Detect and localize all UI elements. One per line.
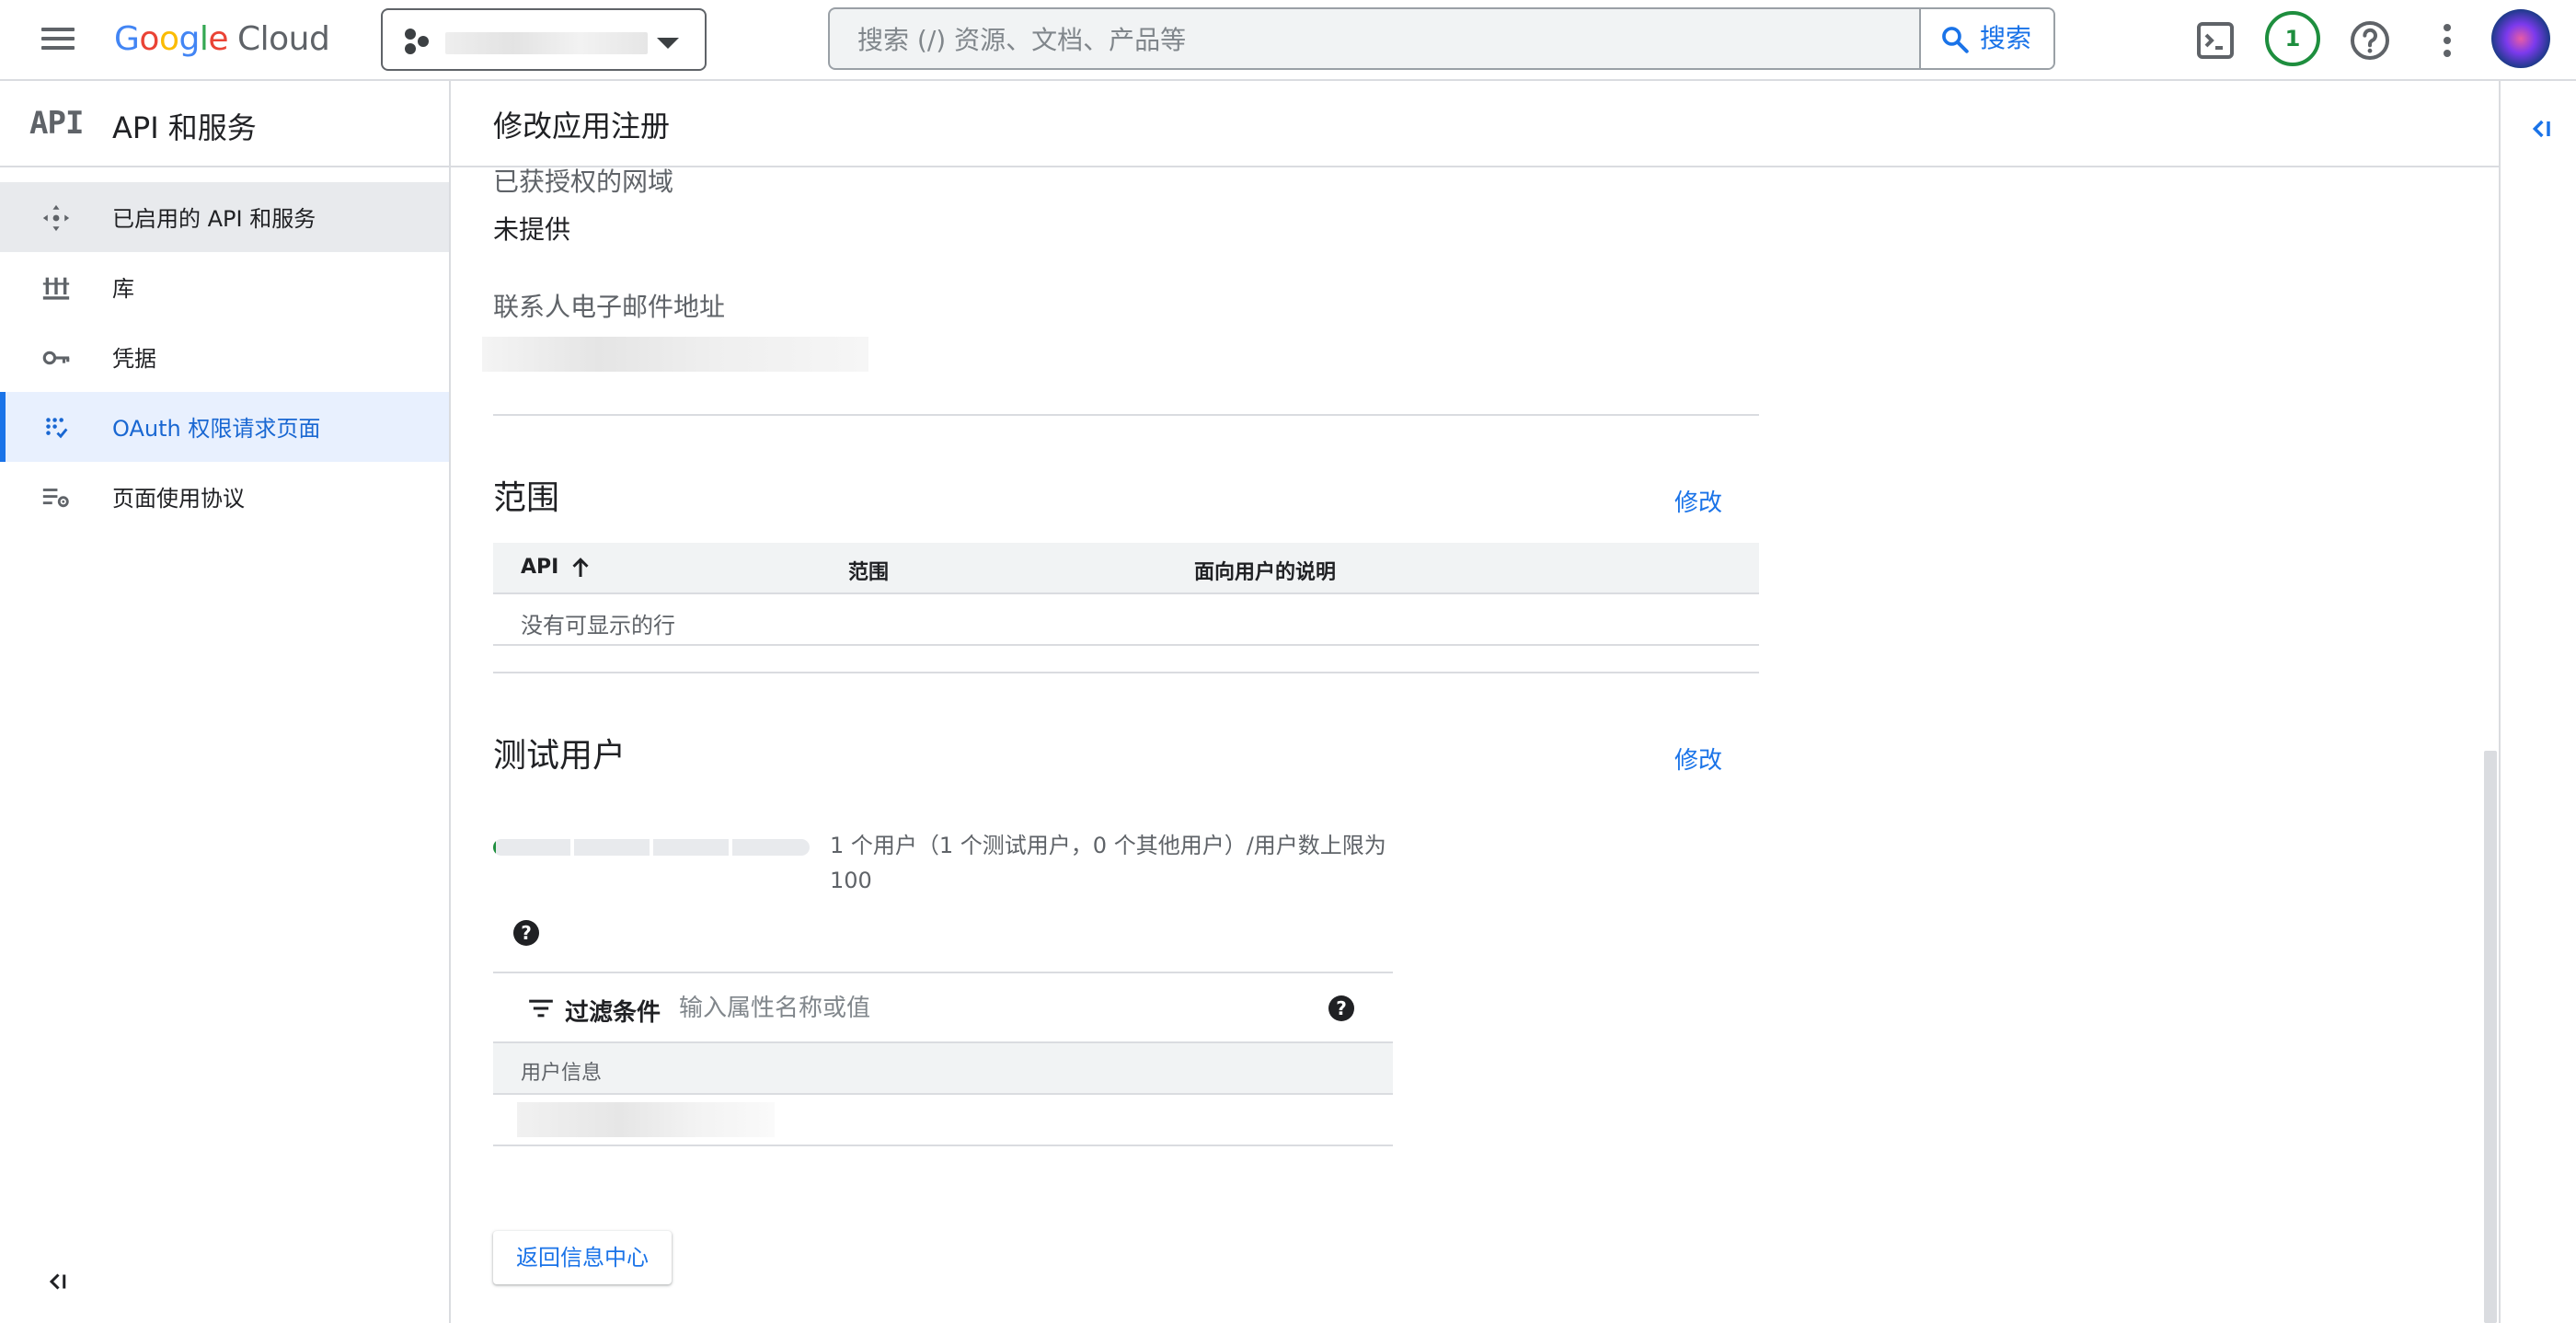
- test-user-redacted: [517, 1102, 775, 1137]
- search-input[interactable]: [857, 22, 1805, 57]
- search-button[interactable]: 搜索: [1919, 9, 2053, 68]
- sidebar-item-library[interactable]: 库: [0, 252, 449, 322]
- table-row: 没有可显示的行: [493, 594, 1759, 646]
- filter-input[interactable]: [679, 990, 1286, 1027]
- sort-ascending-icon[interactable]: [567, 554, 594, 581]
- user-quota-text: 1 个用户（1 个测试用户，0 个其他用户）/用户数上限为 100: [830, 833, 1386, 893]
- column-header-api[interactable]: API: [521, 556, 558, 579]
- sidebar-item-page-usage[interactable]: 页面使用协议: [0, 462, 449, 532]
- help-icon[interactable]: [2348, 18, 2392, 63]
- project-icon: [405, 29, 431, 54]
- section-divider: [493, 414, 1759, 416]
- sidebar: API API 和服务 已启用的 API 和服务 库 凭据 OAuth 权限请求…: [0, 81, 451, 1323]
- sidebar-title: API 和服务: [112, 110, 257, 145]
- account-avatar[interactable]: [2491, 9, 2550, 68]
- dropdown-arrow-icon: [657, 38, 679, 49]
- page-title: 修改应用注册: [493, 109, 671, 144]
- project-picker[interactable]: [381, 8, 707, 71]
- column-header-scope: 范围: [848, 561, 890, 584]
- enabled-apis-icon: [42, 204, 70, 232]
- test-users-table-header: 用户信息: [493, 1043, 1393, 1095]
- key-icon: [42, 351, 70, 365]
- search-icon: [1942, 27, 1969, 53]
- page-header: 修改应用注册: [451, 81, 2499, 167]
- search-button-label: 搜索: [1980, 23, 2032, 53]
- project-name-redacted: [445, 32, 648, 54]
- filter-bar: 过滤条件 ?: [493, 972, 1393, 1043]
- section-divider: [493, 672, 1759, 673]
- page-usage-icon: [42, 489, 69, 508]
- oauth-icon: [46, 418, 68, 439]
- filter-label[interactable]: 过滤条件: [565, 994, 661, 1028]
- column-header-user-info: 用户信息: [521, 1062, 603, 1085]
- quota-help-icon[interactable]: ?: [513, 920, 539, 946]
- menu-icon[interactable]: [39, 22, 77, 59]
- authorized-domains-label: 已获授权的网域: [493, 167, 674, 197]
- column-header-user-facing-desc: 面向用户的说明: [1194, 561, 1337, 584]
- sidebar-item-credentials[interactable]: 凭据: [0, 322, 449, 392]
- empty-rows-message: 没有可显示的行: [521, 613, 675, 638]
- filter-help-icon[interactable]: ?: [1328, 995, 1354, 1021]
- test-users-edit-link[interactable]: 修改: [1674, 742, 1722, 776]
- contact-email-label: 联系人电子邮件地址: [493, 292, 726, 322]
- back-to-dashboard-button[interactable]: 返回信息中心: [493, 1231, 672, 1284]
- authorized-domains-value: 未提供: [493, 214, 571, 245]
- scrollbar-thumb[interactable]: [2484, 751, 2497, 1323]
- filter-icon[interactable]: [528, 997, 554, 1019]
- top-bar: GoogleCloud 搜索 1: [0, 0, 2576, 81]
- sidebar-item-enabled-apis[interactable]: 已启用的 API 和服务: [0, 182, 449, 252]
- notification-badge[interactable]: 1: [2265, 11, 2320, 66]
- more-vert-icon[interactable]: [2425, 18, 2469, 63]
- user-quota-fill: [493, 839, 497, 856]
- api-badge-icon: API: [29, 105, 84, 142]
- right-panel-rail: [2499, 81, 2576, 1323]
- user-quota-bar: [493, 839, 810, 856]
- library-icon: [42, 277, 70, 300]
- sidebar-item-label: 库: [112, 276, 134, 302]
- google-cloud-logo[interactable]: Google Cloud: [114, 17, 330, 63]
- test-users-title: 测试用户: [493, 737, 627, 775]
- sidebar-item-label: 页面使用协议: [112, 486, 245, 512]
- scopes-edit-link[interactable]: 修改: [1674, 484, 1722, 518]
- sidebar-item-oauth[interactable]: OAuth 权限请求页面: [0, 392, 449, 462]
- expand-panel-icon[interactable]: [2526, 114, 2556, 144]
- sidebar-item-label: OAuth 权限请求页面: [112, 416, 321, 442]
- table-row: [493, 1095, 1393, 1146]
- cloud-shell-icon[interactable]: [2193, 18, 2237, 63]
- scopes-table-header: API 范围 面向用户的说明: [493, 543, 1759, 594]
- sidebar-item-label: 凭据: [112, 346, 156, 372]
- sidebar-header: API API 和服务: [0, 81, 449, 167]
- contact-email-redacted: [482, 337, 868, 372]
- search-bar: 搜索: [828, 7, 2055, 70]
- scopes-title: 范围: [493, 479, 560, 517]
- sidebar-item-label: 已启用的 API 和服务: [112, 206, 316, 232]
- collapse-sidebar-icon[interactable]: [42, 1268, 70, 1295]
